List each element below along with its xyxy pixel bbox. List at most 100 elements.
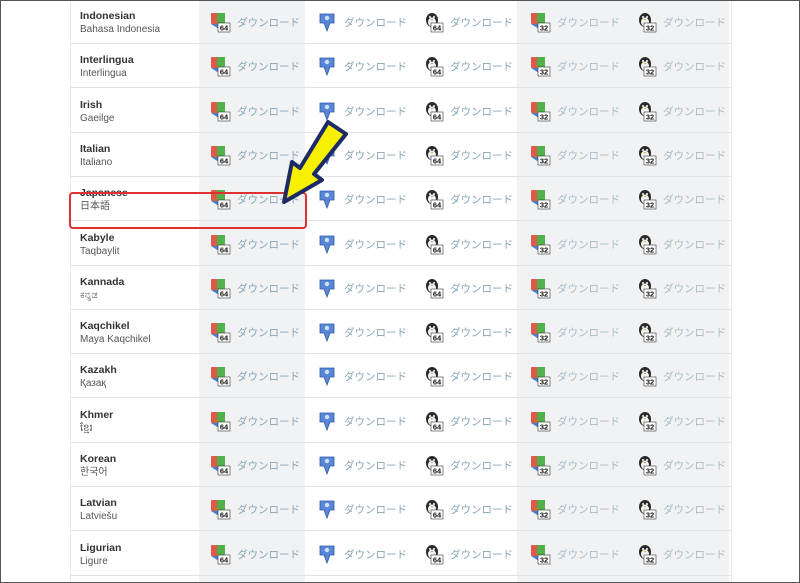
download-link[interactable]: 64 ダウンロード (422, 364, 513, 388)
download-label: ダウンロード (557, 238, 620, 251)
linux-64-icon: 64 (422, 55, 444, 77)
download-link[interactable]: 32 ダウンロード (529, 99, 620, 123)
download-link[interactable]: 32 ダウンロード (635, 542, 726, 566)
download-link[interactable]: 32 ダウンロード (529, 542, 620, 566)
download-link[interactable]: 64 ダウンロード (422, 187, 513, 211)
download-link[interactable]: 32 ダウンロード (529, 54, 620, 78)
download-link[interactable]: 64 ダウンロード (209, 10, 300, 34)
download-label: ダウンロード (344, 370, 407, 383)
download-link[interactable]: 64 ダウンロード (422, 143, 513, 167)
download-link[interactable]: 32 ダウンロード (529, 276, 620, 300)
download-link[interactable]: ダウンロード (316, 453, 407, 477)
mac-icon (316, 410, 338, 432)
download-link[interactable]: 32 ダウンロード (635, 276, 726, 300)
language-native-name: Қазақ (80, 378, 106, 389)
download-link[interactable]: ダウンロード (316, 320, 407, 344)
download-link[interactable]: 64 ダウンロード (209, 364, 300, 388)
download-link[interactable]: 64 ダウンロード (422, 320, 513, 344)
download-link[interactable]: 64 ダウンロード (209, 409, 300, 433)
download-link[interactable]: 64 ダウンロード (422, 54, 513, 78)
svg-text:32: 32 (646, 556, 654, 565)
download-label: ダウンロード (450, 16, 513, 29)
download-link[interactable]: 64 ダウンロード (422, 276, 513, 300)
download-link[interactable]: 32 ダウンロード (529, 232, 620, 256)
download-link[interactable]: 64 ダウンロード (209, 232, 300, 256)
download-label: ダウンロード (663, 193, 726, 206)
language-native-name: Interlingua (80, 68, 127, 79)
download-link[interactable]: 64 ダウンロード (209, 542, 300, 566)
download-link[interactable]: ダウンロード (316, 409, 407, 433)
svg-text:64: 64 (433, 334, 442, 343)
download-link[interactable]: 64 ダウンロード (422, 453, 513, 477)
download-label: ダウンロード (557, 193, 620, 206)
download-link[interactable]: 32 ダウンロード (635, 320, 726, 344)
download-link[interactable]: 32 ダウンロード (635, 453, 726, 477)
download-label: ダウンロード (237, 548, 300, 561)
download-link[interactable]: 32 ダウンロード (529, 187, 620, 211)
download-link[interactable]: 64 ダウンロード (422, 542, 513, 566)
download-link[interactable]: 32 ダウンロード (529, 453, 620, 477)
download-link[interactable]: 32 ダウンロード (529, 364, 620, 388)
svg-text:64: 64 (220, 423, 229, 432)
linux-64-icon: 64 (422, 100, 444, 122)
download-link[interactable]: 64 ダウンロード (209, 453, 300, 477)
language-name: Korean 한국어 (80, 452, 200, 480)
download-link[interactable]: 32 ダウンロード (529, 497, 620, 521)
download-link[interactable]: ダウンロード (316, 10, 407, 34)
download-label: ダウンロード (450, 149, 513, 162)
svg-text:32: 32 (540, 378, 548, 387)
download-link[interactable]: ダウンロード (316, 364, 407, 388)
download-link[interactable]: 64 ダウンロード (422, 99, 513, 123)
svg-text:64: 64 (220, 113, 229, 122)
windows-64-icon: 64 (209, 410, 231, 432)
download-link[interactable]: ダウンロード (316, 497, 407, 521)
language-english-name: Khmer (80, 409, 114, 421)
download-label: ダウンロード (557, 415, 620, 428)
language-name: Italian Italiano (80, 142, 200, 170)
download-link[interactable]: 64 ダウンロード (422, 409, 513, 433)
download-link[interactable]: ダウンロード (316, 232, 407, 256)
windows-64-icon: 64 (209, 454, 231, 476)
download-link[interactable]: 32 ダウンロード (635, 187, 726, 211)
linux-32-icon: 32 (635, 11, 657, 33)
download-label: ダウンロード (450, 238, 513, 251)
download-link[interactable]: 32 ダウンロード (635, 99, 726, 123)
svg-text:32: 32 (646, 246, 654, 255)
download-link[interactable]: 32 ダウンロード (635, 143, 726, 167)
download-link[interactable]: ダウンロード (316, 54, 407, 78)
download-link[interactable]: 32 ダウンロード (635, 10, 726, 34)
svg-text:64: 64 (220, 556, 229, 565)
svg-text:32: 32 (646, 290, 654, 299)
download-link[interactable]: 32 ダウンロード (529, 320, 620, 344)
download-link[interactable]: 64 ダウンロード (422, 497, 513, 521)
download-link[interactable]: 32 ダウンロード (635, 232, 726, 256)
linux-32-icon: 32 (635, 233, 657, 255)
download-link[interactable]: 64 ダウンロード (209, 54, 300, 78)
download-link[interactable]: ダウンロード (316, 542, 407, 566)
language-native-name: Bahasa Indonesia (80, 24, 161, 35)
download-link[interactable]: 32 ダウンロード (635, 54, 726, 78)
download-link[interactable]: 32 ダウンロード (635, 497, 726, 521)
svg-text:32: 32 (540, 423, 548, 432)
language-english-name: Ligurian (80, 542, 122, 554)
download-link[interactable]: 32 ダウンロード (529, 143, 620, 167)
download-link[interactable]: 32 ダウンロード (635, 364, 726, 388)
download-link[interactable]: 32 ダウンロード (635, 409, 726, 433)
download-link[interactable]: 64 ダウンロード (422, 232, 513, 256)
windows-64-icon: 64 (209, 233, 231, 255)
windows-32-icon: 32 (529, 233, 551, 255)
download-link[interactable]: 64 ダウンロード (422, 10, 513, 34)
download-link[interactable]: 32 ダウンロード (529, 409, 620, 433)
windows-64-icon: 64 (209, 11, 231, 33)
download-link[interactable]: ダウンロード (316, 276, 407, 300)
download-link[interactable]: 64 ダウンロード (209, 276, 300, 300)
svg-text:64: 64 (220, 24, 229, 33)
download-label: ダウンロード (344, 193, 407, 206)
svg-text:64: 64 (433, 113, 442, 122)
download-label: ダウンロード (237, 16, 300, 29)
download-link[interactable]: 32 ダウンロード (529, 10, 620, 34)
windows-64-icon: 64 (209, 144, 231, 166)
download-link[interactable]: 64 ダウンロード (209, 497, 300, 521)
download-link[interactable]: 64 ダウンロード (209, 320, 300, 344)
download-label: ダウンロード (663, 149, 726, 162)
